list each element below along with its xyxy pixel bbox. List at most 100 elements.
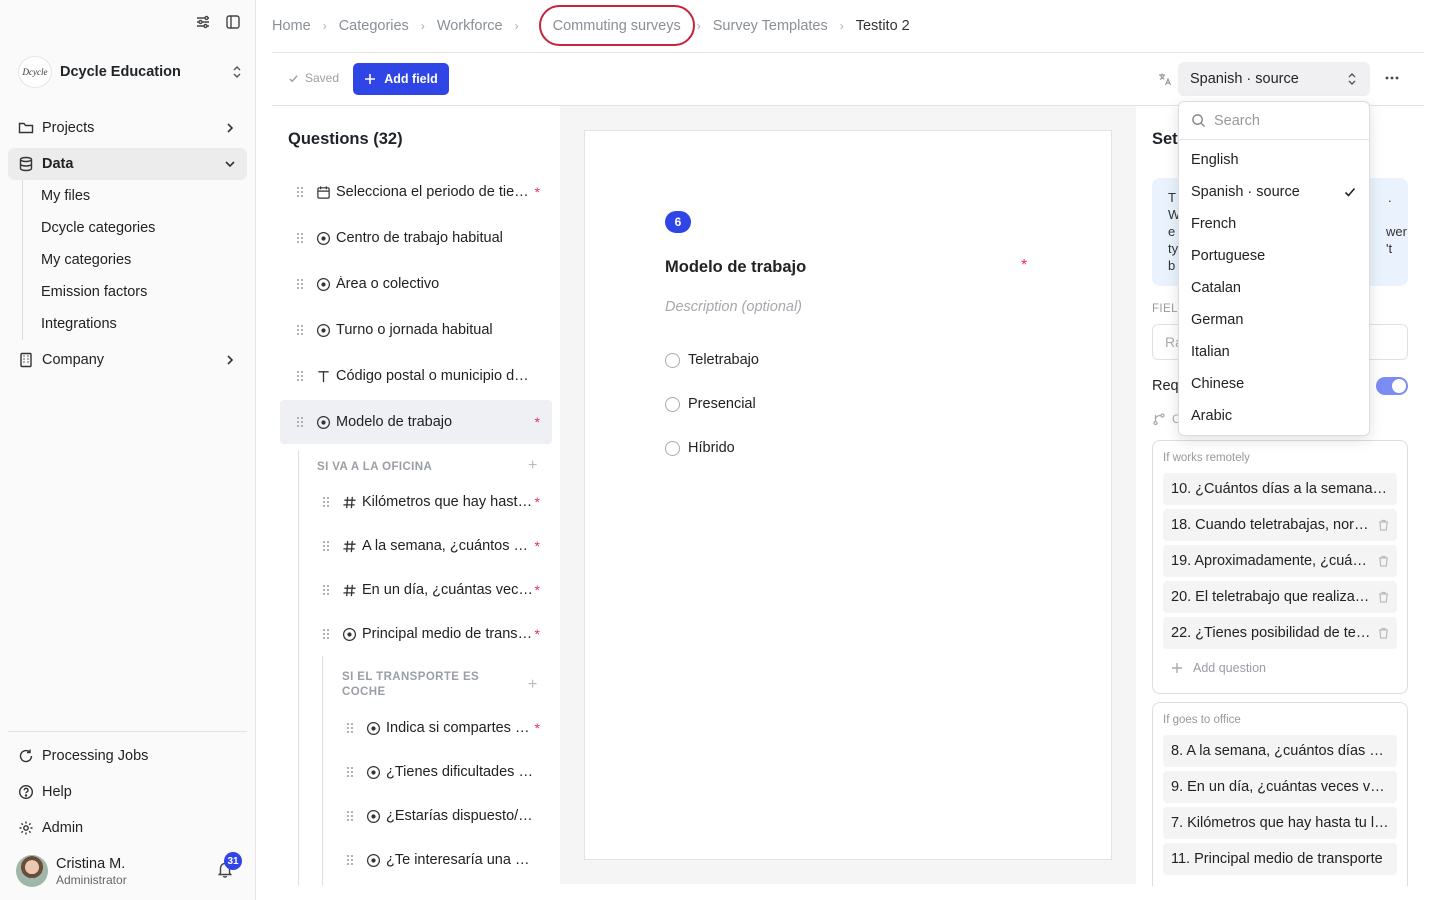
language-option[interactable]: Chinese [1179, 368, 1369, 400]
drag-handle-icon[interactable] [322, 496, 332, 508]
language-option-label: Portuguese [1191, 248, 1266, 264]
settings-title: Set [1152, 130, 1178, 148]
subnav-dcycle-categories[interactable]: Dcycle categories [23, 212, 242, 244]
question-label: Selecciona el periodo de tiempo [336, 184, 536, 200]
required-toggle[interactable] [1376, 377, 1408, 395]
drag-handle-icon[interactable] [322, 540, 332, 552]
question-item[interactable]: Turno o jornada habitual [280, 308, 552, 352]
drag-handle-icon[interactable] [296, 324, 306, 336]
condition-question-item[interactable]: 10. ¿Cuántos días a la semana teletrabaj… [1163, 473, 1397, 505]
hash-icon [342, 583, 358, 598]
condition-question-label: 20. El teletrabajo que realizas es... [1171, 589, 1372, 605]
radio-circle-icon [665, 440, 680, 456]
drag-handle-icon[interactable] [296, 370, 306, 382]
required-mark: * [534, 626, 540, 642]
subnav-integrations[interactable]: Integrations [23, 308, 242, 340]
panel-toggle-icon[interactable] [225, 14, 241, 30]
language-option[interactable]: Catalan [1179, 272, 1369, 304]
add-field-label: Add field [384, 72, 438, 86]
chevron-right-icon: › [514, 19, 519, 33]
drag-handle-icon[interactable] [296, 232, 306, 244]
condition-question-item[interactable]: 7. Kilómetros que hay hasta tu lugar de … [1163, 807, 1397, 839]
question-label: ¿Estarías dispuesto/a a compartir coche? [386, 808, 536, 824]
language-dropdown: English Spanish · source French Portuguese C… [1178, 101, 1370, 436]
crumb-workforce[interactable]: Workforce [437, 18, 503, 34]
drag-handle-icon[interactable] [322, 584, 332, 596]
info-text: T [1168, 190, 1176, 205]
drag-handle-icon[interactable] [346, 722, 356, 734]
help-circle-icon [18, 784, 34, 800]
nav-company-label: Company [42, 352, 105, 368]
condition-question-item[interactable]: 20. El teletrabajo que realizas es... [1163, 581, 1397, 613]
option-item[interactable]: Híbrido [665, 438, 735, 458]
nav-company[interactable]: Company [8, 344, 247, 376]
drag-handle-icon[interactable] [296, 186, 306, 198]
drag-handle-icon[interactable] [346, 854, 356, 866]
language-select[interactable]: Spanish · source [1178, 62, 1370, 96]
language-option[interactable]: Portuguese [1179, 240, 1369, 272]
question-item[interactable]: Selecciona el periodo de tiempo * [280, 170, 552, 214]
org-switcher[interactable]: Dcycle Dcycle Education [18, 56, 244, 88]
drag-handle-icon[interactable] [346, 810, 356, 822]
user-profile[interactable]: Cristina M. Administrator 31 [16, 852, 246, 888]
crumb-commuting-surveys[interactable]: Commuting surveys [538, 5, 695, 46]
crumb-categories[interactable]: Categories [339, 18, 409, 34]
language-option[interactable]: Arabic [1179, 400, 1369, 432]
field-title[interactable]: Modelo de trabajo [665, 258, 806, 277]
drag-handle-icon[interactable] [322, 628, 332, 640]
more-options-icon[interactable] [1384, 70, 1400, 86]
option-item[interactable]: Teletrabajo [665, 350, 759, 370]
drag-handle-icon[interactable] [296, 416, 306, 428]
question-item[interactable]: Centro de trabajo habitual [280, 216, 552, 260]
question-item[interactable]: Área o colectivo [280, 262, 552, 306]
add-field-button[interactable]: Add field [353, 63, 449, 95]
question-item[interactable]: Modelo de trabajo * [280, 400, 552, 444]
question-item[interactable]: Principal medio de transporte * [306, 612, 552, 656]
question-item[interactable]: ¿Estarías dispuesto/a a compartir coche? [330, 794, 552, 838]
nav-admin[interactable]: Admin [8, 812, 247, 844]
condition-question-item[interactable]: 8. A la semana, ¿cuántos días sueles ir? [1163, 735, 1397, 767]
radio-icon [316, 415, 332, 430]
condition-question-item[interactable]: 22. ¿Tienes posibilidad de teletrabajar? [1163, 617, 1397, 649]
question-item[interactable]: Código postal o municipio de residencia [280, 354, 552, 398]
condition-question-item[interactable]: 11. Principal medio de transporte [1163, 843, 1397, 875]
language-option[interactable]: German [1179, 304, 1369, 336]
condition-question-item[interactable]: 9. En un día, ¿cuántas veces vas y vuelv… [1163, 771, 1397, 803]
question-item[interactable]: ¿Tienes dificultades para aparcar? [330, 750, 552, 794]
condition-question-item[interactable]: 19. Aproximadamente, ¿cuántas horas? [1163, 545, 1397, 577]
nav-help[interactable]: Help [8, 776, 247, 808]
option-item[interactable]: Presencial [665, 394, 756, 414]
question-item[interactable]: ¿Te interesaría una herramienta? [330, 838, 552, 882]
info-text: 't [1386, 241, 1393, 256]
field-description[interactable]: Description (optional) [665, 299, 802, 315]
search-input[interactable] [1214, 112, 1354, 129]
crumb-survey-templates[interactable]: Survey Templates [713, 18, 828, 34]
trash-icon[interactable] [1378, 591, 1389, 603]
subnav-my-files[interactable]: My files [23, 180, 242, 212]
add-question-button[interactable]: Add question [1171, 661, 1266, 675]
language-option[interactable]: Italian [1179, 336, 1369, 368]
nav-processing-jobs[interactable]: Processing Jobs [8, 740, 247, 772]
subnav-my-categories[interactable]: My categories [23, 244, 242, 276]
question-item[interactable]: Kilómetros que hay hasta tu lugar de tra… [306, 480, 552, 524]
condition-question-item[interactable]: 18. Cuando teletrabajas, normalmente... [1163, 509, 1397, 541]
subnav-emission-factors[interactable]: Emission factors [23, 276, 242, 308]
nav-projects[interactable]: Projects [8, 112, 247, 144]
trash-icon[interactable] [1378, 627, 1389, 639]
add-question-icon[interactable]: + [528, 676, 537, 694]
language-option[interactable]: English [1179, 144, 1369, 176]
language-option[interactable]: Spanish · source [1179, 176, 1369, 208]
sliders-icon[interactable] [195, 14, 211, 30]
field-card[interactable]: 6 Modelo de trabajo * Description (optio… [584, 130, 1112, 860]
crumb-home[interactable]: Home [272, 18, 311, 34]
trash-icon[interactable] [1378, 519, 1389, 531]
language-option[interactable]: French [1179, 208, 1369, 240]
add-question-icon[interactable]: + [528, 457, 537, 475]
drag-handle-icon[interactable] [296, 278, 306, 290]
drag-handle-icon[interactable] [346, 766, 356, 778]
question-item[interactable]: En un día, ¿cuántas veces vas y vuelves?… [306, 568, 552, 612]
nav-data[interactable]: Data [8, 148, 247, 180]
question-item[interactable]: Indica si compartes coche* [330, 706, 552, 750]
question-item[interactable]: A la semana, ¿cuántos días sueles ir?* [306, 524, 552, 568]
trash-icon[interactable] [1378, 555, 1389, 567]
